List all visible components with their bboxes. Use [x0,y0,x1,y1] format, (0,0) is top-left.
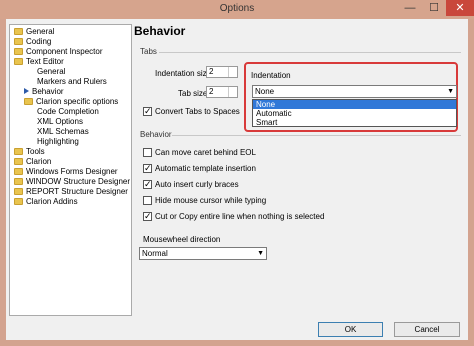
indentation-label: Indentation [251,71,291,80]
indentation-option-automatic[interactable]: Automatic [253,109,456,118]
tree-item-label: General [37,67,66,76]
automatic-template-insertion-label: Automatic template insertion [155,164,256,173]
can-move-caret-label: Can move caret behind EOL [155,148,256,157]
maximize-button[interactable]: ☐ [422,0,446,16]
spinner-arrows-icon[interactable] [228,67,237,77]
tree-item-label: Clarion specific options [36,97,119,106]
tree-item-label: XML Options [37,117,83,126]
indentation-dropdown[interactable]: None ▼ [252,85,457,98]
tree-item-clarion[interactable]: Clarion [14,157,51,167]
folder-icon [14,168,23,175]
page-title: Behavior [134,24,186,38]
indentation-size-value: 2 [209,67,214,76]
tree-item-behavior[interactable]: Behavior [24,87,64,97]
tree-item-highlighting[interactable]: Highlighting [37,137,79,147]
tab-size-spinner[interactable]: 2 [206,86,238,98]
tree-item-label: Tools [26,147,45,156]
tree-item-report-structure-designer[interactable]: REPORT Structure Designer [14,187,128,197]
tree-item-label: Markers and Rulers [37,77,107,86]
indentation-options-list[interactable]: None Automatic Smart [252,99,457,127]
options-window: Options — ☐ ✕ General Coding Component I… [0,0,474,346]
tabs-group-label: Tabs [140,47,157,56]
minimize-button[interactable]: — [398,0,422,16]
selected-arrow-icon [24,88,29,94]
convert-tabs-label: Convert Tabs to Spaces [155,107,240,116]
tabs-group-divider [159,52,461,53]
tree-item-label: Coding [26,37,52,46]
folder-icon [14,28,23,35]
tab-size-label: Tab size [178,89,208,98]
folder-icon [14,158,23,165]
spinner-arrows-icon[interactable] [228,87,237,97]
cut-copy-entire-line-label: Cut or Copy entire line when nothing is … [155,212,325,221]
options-tree[interactable]: General Coding Component Inspector Text … [9,24,132,316]
chevron-down-icon: ▼ [447,88,454,95]
tree-item-label: WINDOW Structure Designer [26,177,131,186]
behavior-group-label: Behavior [140,130,172,139]
tree-item-markers-and-rulers[interactable]: Markers and Rulers [37,77,107,87]
folder-icon [14,188,23,195]
folder-open-icon [14,58,23,65]
folder-icon [14,48,23,55]
indentation-selected-value: None [255,87,275,96]
indentation-option-none[interactable]: None [253,100,456,109]
mousewheel-selected-value: Normal [142,249,168,258]
cancel-button[interactable]: Cancel [394,322,460,337]
folder-icon [14,198,23,205]
tree-item-label: Clarion [26,157,52,166]
tab-size-value: 2 [209,87,214,96]
folder-icon [14,38,23,45]
tree-item-label: Text Editor [26,57,64,66]
convert-tabs-checkbox[interactable] [143,105,152,117]
tree-item-label: Windows Forms Designer [26,167,118,176]
tree-item-label: XML Schemas [37,127,89,136]
tree-item-tools[interactable]: Tools [14,147,45,157]
tree-item-component-inspector[interactable]: Component Inspector [14,47,103,57]
tree-item-window-structure-designer[interactable]: WINDOW Structure Designer [14,177,130,187]
cut-copy-entire-line-checkbox[interactable] [143,210,152,222]
folder-icon [14,178,23,185]
title-bar: Options — ☐ ✕ [0,0,474,19]
tree-item-text-editor[interactable]: Text Editor [14,57,64,67]
can-move-caret-checkbox[interactable] [143,148,152,157]
tree-item-label: Highlighting [37,137,79,146]
mousewheel-direction-label: Mousewheel direction [143,235,221,244]
tree-item-general[interactable]: General [14,27,54,37]
tree-item-xml-options[interactable]: XML Options [37,117,83,127]
dialog-body: General Coding Component Inspector Text … [6,19,468,340]
tree-item-windows-forms-designer[interactable]: Windows Forms Designer [14,167,118,177]
indentation-option-smart[interactable]: Smart [253,118,456,127]
tree-item-code-completion[interactable]: Code Completion [37,107,99,117]
tree-item-clarion-addins[interactable]: Clarion Addins [14,197,78,207]
mousewheel-direction-dropdown[interactable]: Normal ▼ [139,247,267,260]
folder-icon [24,98,33,105]
automatic-template-insertion-checkbox[interactable] [143,162,152,174]
indentation-size-spinner[interactable]: 2 [206,66,238,78]
close-button[interactable]: ✕ [446,0,474,16]
tree-item-label: Behavior [32,87,64,96]
tree-item-label: Code Completion [37,107,99,116]
ok-button[interactable]: OK [318,322,383,337]
tree-item-label: Clarion Addins [26,197,78,206]
tree-item-text-editor-general[interactable]: General [37,67,65,77]
auto-insert-curly-braces-label: Auto insert curly braces [155,180,239,189]
tree-item-coding[interactable]: Coding [14,37,51,47]
auto-insert-curly-braces-checkbox[interactable] [143,178,152,190]
chevron-down-icon: ▼ [257,250,264,257]
folder-icon [14,148,23,155]
hide-mouse-cursor-label: Hide mouse cursor while typing [155,196,267,205]
tree-item-xml-schemas[interactable]: XML Schemas [37,127,89,137]
hide-mouse-cursor-checkbox[interactable] [143,196,152,205]
tree-item-label: REPORT Structure Designer [26,187,128,196]
tree-item-clarion-specific-options[interactable]: Clarion specific options [24,97,118,107]
indentation-size-label: Indentation size [155,69,212,78]
tree-item-label: Component Inspector [26,47,103,56]
tree-item-label: General [26,27,55,36]
behavior-group-divider [172,135,461,136]
